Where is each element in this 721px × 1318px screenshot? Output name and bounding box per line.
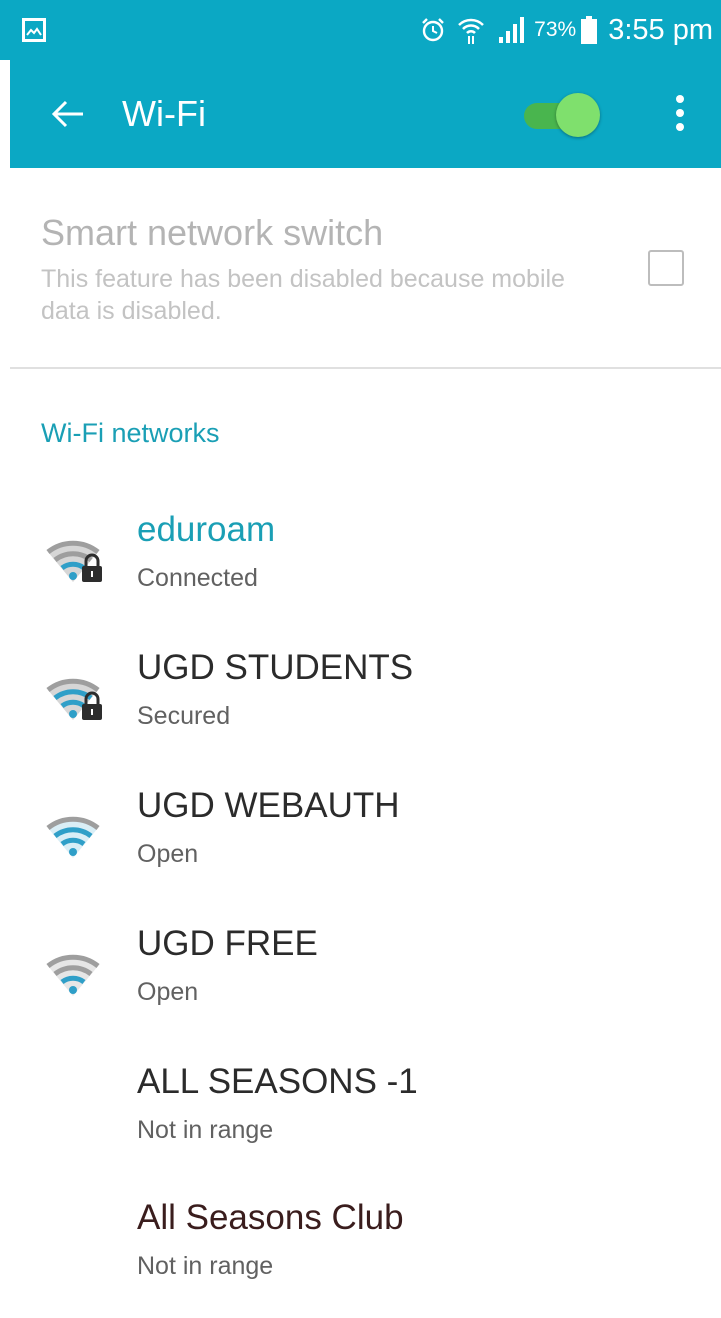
wifi-locked-icon <box>46 540 102 582</box>
battery-icon <box>580 15 598 45</box>
toggle-thumb <box>556 93 600 137</box>
back-button[interactable] <box>46 92 90 136</box>
network-name: All Seasons Club <box>137 1198 404 1237</box>
smart-switch-checkbox[interactable] <box>648 250 684 286</box>
networks-section-header: Wi-Fi networks <box>41 418 220 448</box>
network-name: UGD WEBAUTH <box>137 786 400 825</box>
clock: 3:55 pm <box>608 13 713 46</box>
network-item[interactable]: ALL SEASONS -1 Not in range <box>0 1062 721 1182</box>
network-name: UGD STUDENTS <box>137 648 414 687</box>
arrow-left-icon <box>51 100 83 128</box>
network-status: Not in range <box>137 1252 274 1280</box>
network-status: Secured <box>137 702 231 730</box>
network-item[interactable]: UGD WEBAUTH Open <box>0 786 721 906</box>
network-name: eduroam <box>137 510 276 549</box>
network-item[interactable]: UGD STUDENTS Secured <box>0 648 721 768</box>
network-name: ALL SEASONS -1 <box>137 1062 418 1101</box>
wifi-open-icon <box>46 954 100 996</box>
gallery-icon <box>22 18 46 42</box>
dot <box>676 95 684 103</box>
smart-switch-description: This feature has been disabled because m… <box>41 265 565 325</box>
battery-percent: 73% <box>534 18 577 41</box>
network-item[interactable]: UGD FREE Open <box>0 924 721 1044</box>
smart-network-switch-row[interactable]: Smart network switch This feature has be… <box>0 168 721 368</box>
wifi-open-icon <box>46 816 100 858</box>
more-options-button[interactable] <box>665 88 695 138</box>
network-status: Not in range <box>137 1116 274 1144</box>
network-status: Connected <box>137 564 258 592</box>
wifi-locked-icon <box>46 678 102 720</box>
app-bar: Wi-Fi <box>10 60 721 168</box>
page-title: Wi-Fi <box>122 93 206 134</box>
divider <box>10 367 721 369</box>
network-status: Open <box>137 840 199 868</box>
network-status: Open <box>137 978 199 1006</box>
network-item[interactable]: All Seasons Club Not in range <box>0 1198 721 1318</box>
dot <box>676 123 684 131</box>
alarm-icon <box>420 17 446 43</box>
smart-switch-title: Smart network switch <box>41 212 384 253</box>
status-bar: 73% 3:55 pm <box>0 0 721 60</box>
network-item[interactable]: eduroam Connected <box>0 510 721 630</box>
wifi-toggle[interactable] <box>520 93 602 137</box>
wifi-transfer-icon <box>456 15 486 45</box>
dot <box>676 109 684 117</box>
signal-icon <box>496 15 526 45</box>
network-name: UGD FREE <box>137 924 318 963</box>
